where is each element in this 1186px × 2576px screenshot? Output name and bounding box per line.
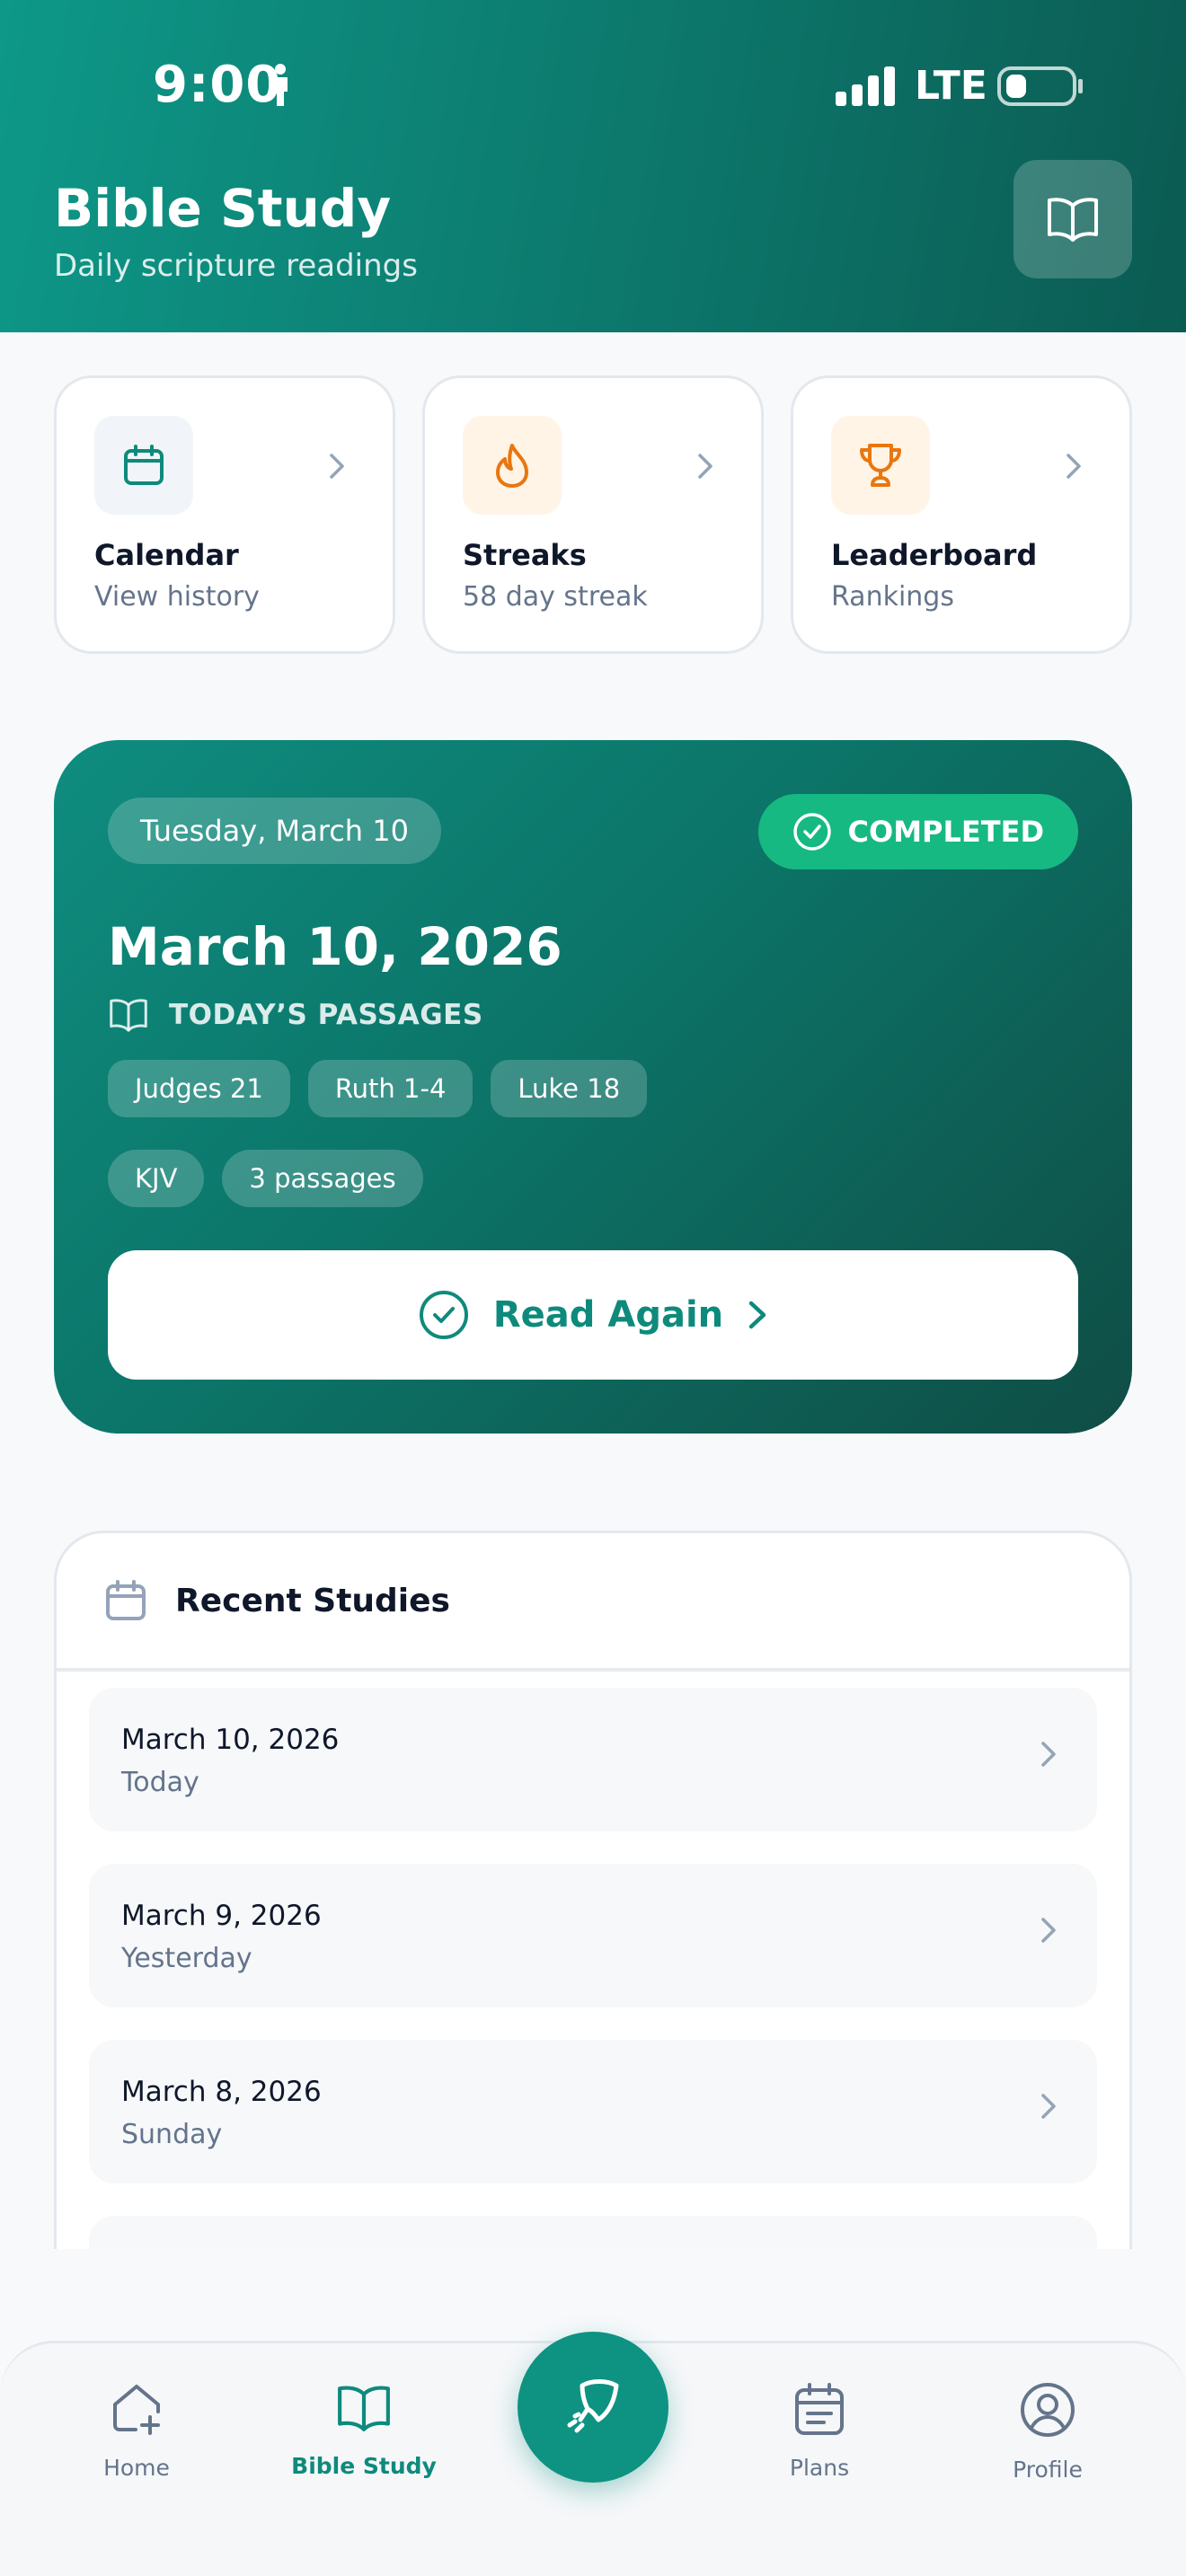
- chevron-right-icon: [1040, 1740, 1058, 1769]
- status-time: 9:00: [153, 56, 282, 114]
- book-open-icon: [108, 997, 149, 1033]
- day-pill: Tuesday, March 10: [108, 798, 441, 864]
- passages-heading: TODAY’S PASSAGES: [108, 997, 483, 1033]
- network-label: LTE: [915, 63, 987, 109]
- nav-plans-label: Plans: [789, 2455, 850, 2481]
- recent-studies-header: Recent Studies: [57, 1533, 1129, 1672]
- chevron-right-icon: [1065, 452, 1083, 481]
- list-item[interactable]: [89, 2216, 1097, 2249]
- battery-icon: [997, 66, 1084, 106]
- passage-chip[interactable]: Ruth 1-4: [307, 1060, 474, 1117]
- read-again-button[interactable]: Read Again: [108, 1250, 1078, 1380]
- nav-plans[interactable]: Plans: [730, 2381, 909, 2481]
- signal-icon: [836, 66, 898, 106]
- list-item-date: March 10, 2026: [121, 1724, 340, 1756]
- trophy-icon: [856, 442, 905, 489]
- tile-icon-box: [831, 416, 930, 515]
- calendar-icon: [121, 443, 166, 488]
- chevron-right-icon: [696, 452, 714, 481]
- nav-bible-study[interactable]: Bible Study: [274, 2381, 454, 2479]
- version-chip: KJV: [108, 1150, 205, 1207]
- list-item-label: Today: [121, 1767, 199, 1798]
- list-item-label: Yesterday: [121, 1943, 252, 1974]
- chevron-right-icon: [1040, 1916, 1058, 1945]
- nav-bible-study-label: Bible Study: [291, 2453, 437, 2479]
- check-circle-icon: [418, 1289, 470, 1341]
- tile-icon-box: [463, 416, 562, 515]
- check-circle-icon: [792, 812, 832, 851]
- bible-button[interactable]: [1013, 160, 1132, 278]
- book-open-icon: [1046, 195, 1100, 243]
- calendar-list-icon: [793, 2381, 845, 2437]
- reading-date: March 10, 2026: [108, 916, 562, 977]
- tile-subtitle: 58 day streak: [463, 581, 648, 613]
- tile-leaderboard[interactable]: Leaderboard Rankings: [791, 375, 1132, 654]
- prayer-hands-icon: [555, 2369, 631, 2445]
- tile-subtitle: Rankings: [831, 581, 954, 613]
- tile-icon-box: [94, 416, 193, 515]
- tile-calendar[interactable]: Calendar View history: [54, 375, 395, 654]
- recent-studies-panel: Recent Studies March 10, 2026 Today Marc…: [54, 1531, 1132, 2249]
- recent-studies-title: Recent Studies: [175, 1582, 450, 1619]
- nav-home[interactable]: Home: [47, 2381, 226, 2481]
- person-icon: [270, 63, 291, 106]
- nav-home-label: Home: [103, 2455, 170, 2481]
- chevron-right-icon: [1040, 2092, 1058, 2121]
- passages-label: TODAY’S PASSAGES: [169, 999, 483, 1031]
- calendar-icon: [103, 1578, 148, 1623]
- chevron-right-icon: [328, 452, 346, 481]
- nav-profile[interactable]: Profile: [958, 2381, 1137, 2483]
- today-reading-card: Tuesday, March 10 COMPLETED March 10, 20…: [54, 740, 1132, 1434]
- passage-chip[interactable]: Luke 18: [491, 1060, 648, 1117]
- list-item[interactable]: March 8, 2026 Sunday: [89, 2040, 1097, 2183]
- nav-profile-label: Profile: [1013, 2457, 1083, 2483]
- home-add-icon: [109, 2381, 164, 2437]
- tile-title: Streaks: [463, 538, 587, 572]
- tile-subtitle: View history: [94, 581, 260, 613]
- reading-meta-chips: KJV 3 passages: [108, 1150, 423, 1207]
- tile-streaks[interactable]: Streaks 58 day streak: [422, 375, 764, 654]
- passage-chips: Judges 21 Ruth 1-4 Luke 18: [108, 1060, 648, 1117]
- prayer-fab-button[interactable]: [518, 2332, 668, 2483]
- flame-icon: [492, 442, 532, 489]
- passage-count-chip: 3 passages: [222, 1150, 423, 1207]
- list-item[interactable]: March 9, 2026 Yesterday: [89, 1864, 1097, 2007]
- status-badge-label: COMPLETED: [847, 815, 1044, 849]
- user-circle-icon: [1019, 2381, 1076, 2439]
- page-title: Bible Study: [54, 178, 392, 239]
- chevron-right-icon: [747, 1299, 768, 1331]
- list-item-label: Sunday: [121, 2119, 223, 2150]
- app-header: 9:00 LTE Bible Study Daily scripture rea…: [0, 0, 1186, 332]
- page-subtitle: Daily scripture readings: [54, 248, 418, 284]
- book-open-icon: [336, 2381, 392, 2435]
- list-item-date: March 9, 2026: [121, 1900, 322, 1932]
- list-item[interactable]: March 10, 2026 Today: [89, 1688, 1097, 1831]
- status-badge: COMPLETED: [757, 794, 1078, 869]
- passage-chip[interactable]: Judges 21: [108, 1060, 290, 1117]
- tile-title: Leaderboard: [831, 538, 1038, 572]
- read-again-label: Read Again: [492, 1294, 724, 1336]
- tile-title: Calendar: [94, 538, 239, 572]
- list-item-date: March 8, 2026: [121, 2076, 322, 2108]
